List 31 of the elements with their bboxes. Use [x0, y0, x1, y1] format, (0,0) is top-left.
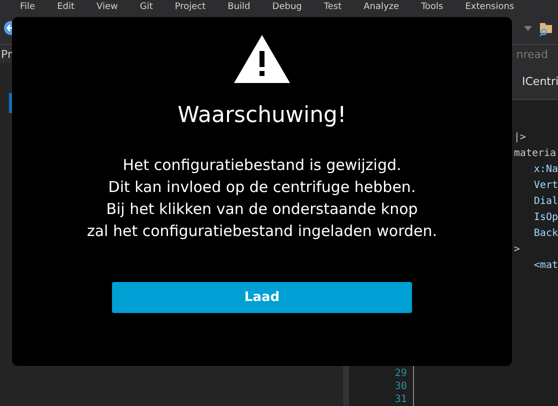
warning-icon	[234, 35, 290, 83]
editor-tab[interactable]: ICentri	[522, 74, 558, 88]
menu-item[interactable]: Git	[140, 2, 153, 12]
line-number: 31	[394, 393, 407, 406]
code-line: >	[512, 243, 521, 257]
menu-item[interactable]: Test	[324, 2, 342, 12]
code-line: x:Na	[532, 163, 558, 177]
menu-item[interactable]: Project	[174, 2, 206, 12]
code-line: materia	[512, 147, 558, 161]
menu-item[interactable]: Build	[228, 2, 250, 12]
panel-tab[interactable]: Pr	[0, 48, 12, 60]
caret-icon[interactable]	[524, 26, 532, 30]
menu-item[interactable]: View	[96, 2, 118, 12]
dialog-message: Het configuratiebestand is gewijzigd. Dit kan invloed op de centrifuge hebben. Bij het klikken van de onderstaande knop zal het configuratiebestand ingeladen worden.	[86, 155, 438, 242]
search-hint: nread	[516, 48, 549, 60]
line-number: 30	[394, 380, 407, 393]
menu-item[interactable]: Debug	[272, 2, 302, 12]
dialog-title: Waarschuwing!	[178, 103, 346, 128]
selection-marker	[9, 93, 12, 113]
code-line: IsOp	[532, 211, 558, 225]
code-line: <mat	[532, 259, 558, 273]
menu-item[interactable]: Extensions	[465, 2, 514, 12]
menu-item[interactable]: Tools	[421, 2, 444, 12]
line-number: 29	[394, 367, 407, 380]
menu-item[interactable]: Analyze	[364, 2, 400, 12]
code-line: |>	[512, 131, 527, 145]
code-line: Vert	[532, 179, 558, 193]
folder-search-icon[interactable]	[538, 20, 554, 36]
code-line: Dial	[532, 195, 558, 209]
menu-item[interactable]: File	[20, 2, 36, 12]
menu-item[interactable]: Edit	[57, 2, 74, 12]
